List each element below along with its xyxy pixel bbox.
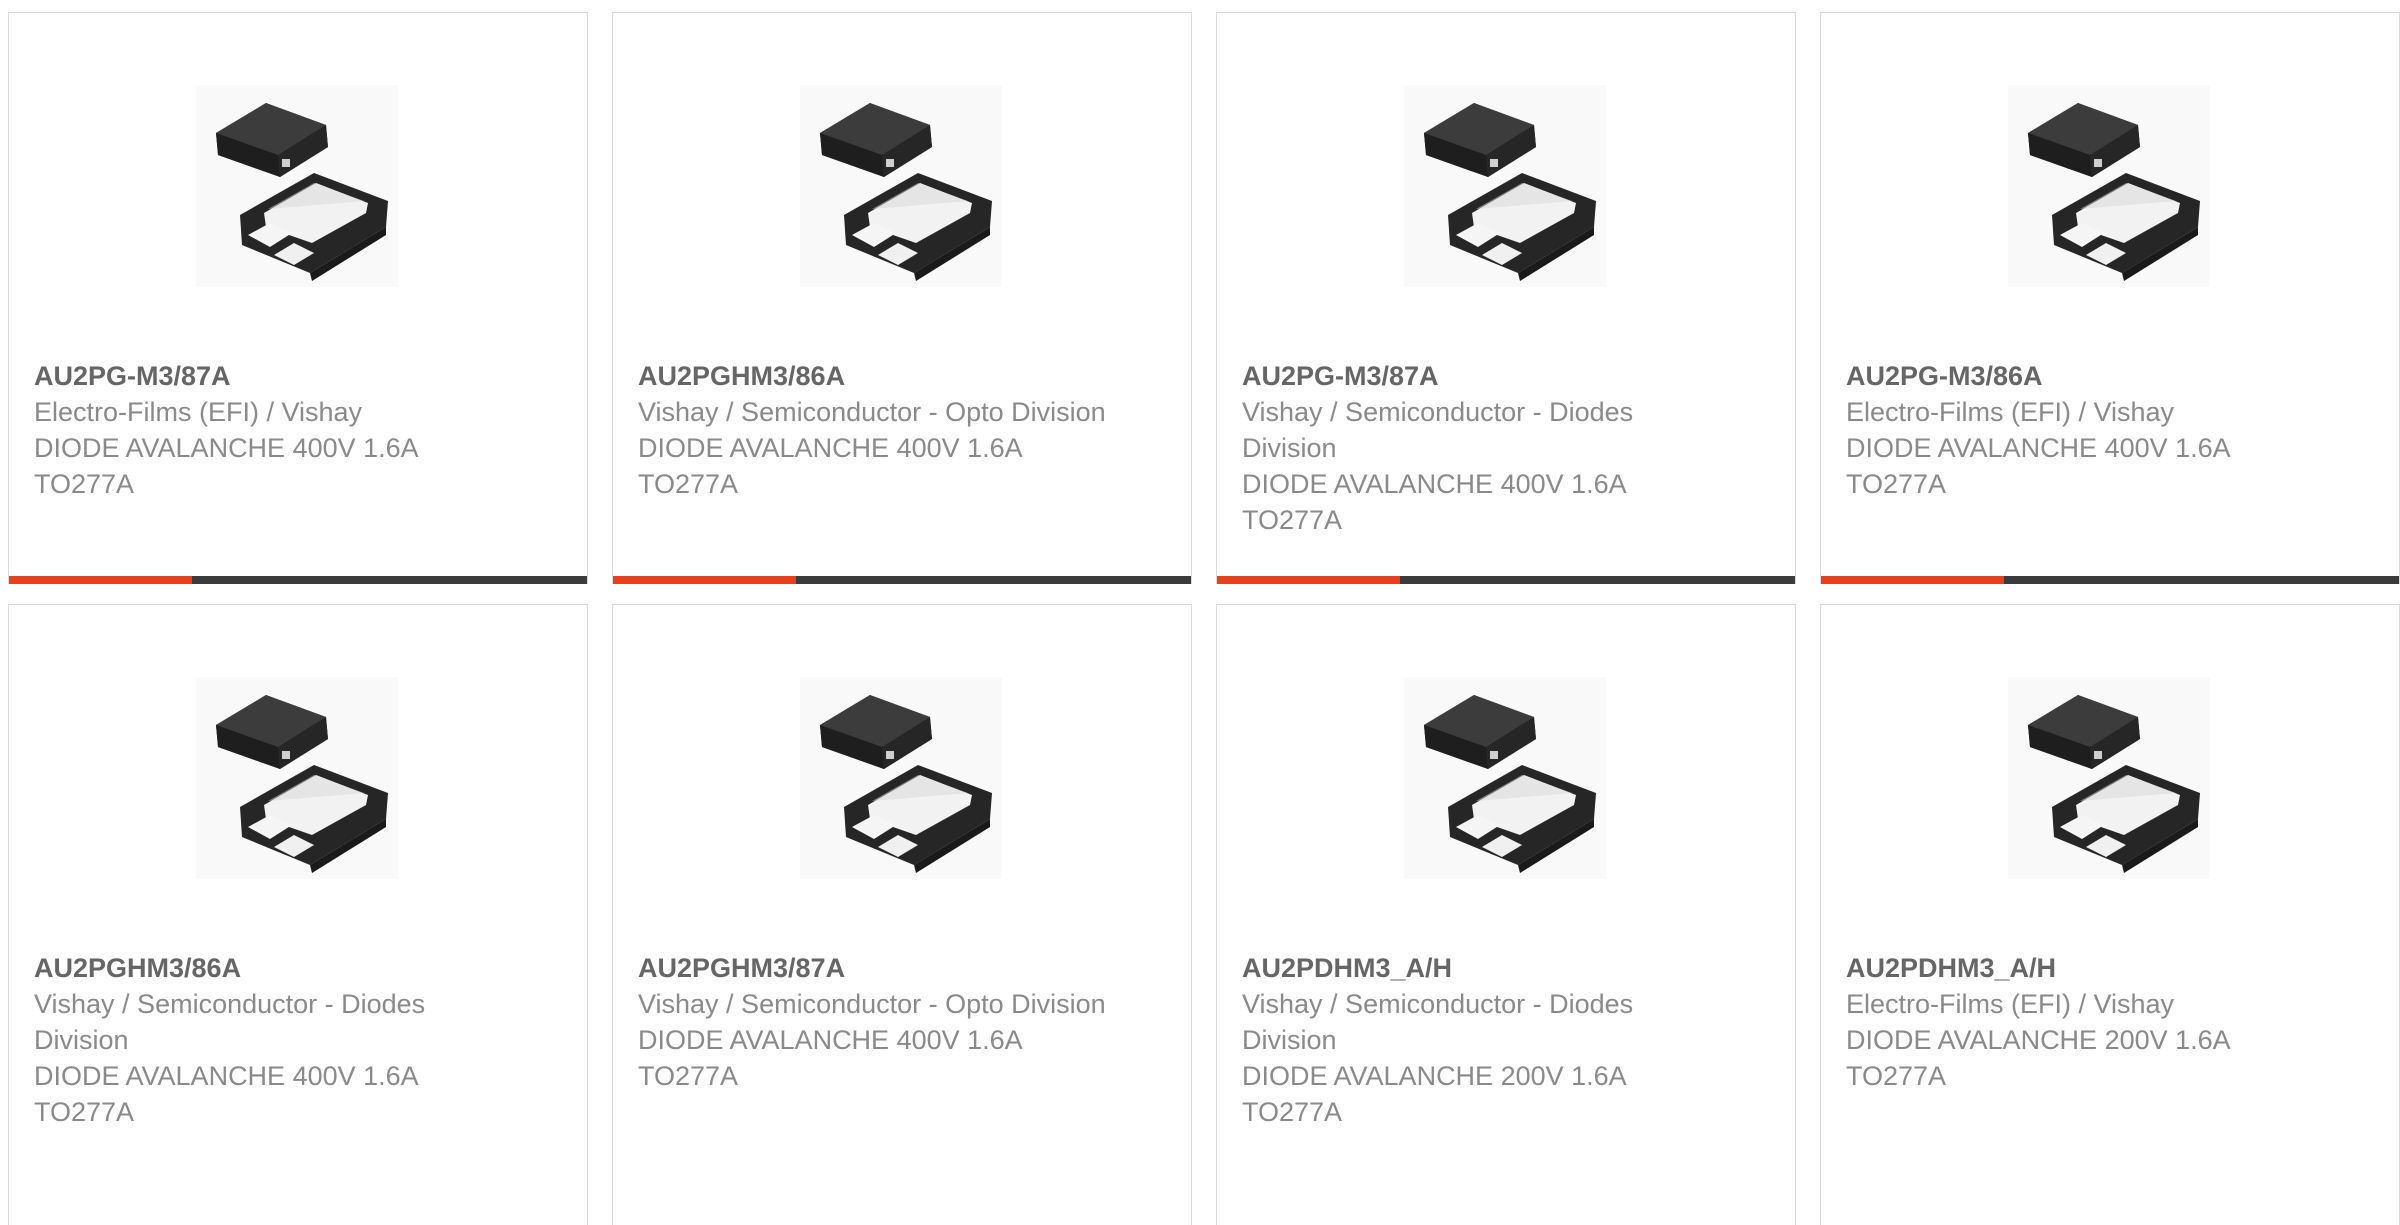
product-info: AU2PDHM3_A/H Vishay / Semiconductor - Dio… — [1242, 950, 1712, 1130]
product-card[interactable]: AU2PG-M3/86A Electro-Films (EFI) / Vishay… — [1820, 12, 2400, 584]
card-accent-bar — [1217, 576, 1400, 584]
package-text: TO277A — [638, 469, 739, 499]
manufacturer-text: Vishay / Semiconductor - Diodes Division — [1242, 989, 1634, 1055]
diode-package-image — [1424, 103, 1596, 281]
diode-package-image — [820, 695, 992, 873]
product-card[interactable]: AU2PG-M3/87A Electro-Films (EFI) / Vishay… — [8, 12, 588, 584]
part-number-link[interactable]: AU2PDHM3_A/H — [1846, 950, 2316, 986]
product-info: AU2PGHM3/86A Vishay / Semiconductor - Opt… — [638, 358, 1108, 502]
part-number-link[interactable]: AU2PG-M3/87A — [1242, 358, 1712, 394]
product-thumbnail[interactable] — [196, 677, 398, 879]
product-thumbnail[interactable] — [800, 85, 1002, 287]
description-text: DIODE AVALANCHE 400V 1.6A — [34, 433, 419, 463]
package-text: TO277A — [34, 469, 135, 499]
description-text: DIODE AVALANCHE 400V 1.6A — [638, 1025, 1023, 1055]
description-text: DIODE AVALANCHE 400V 1.6A — [1846, 433, 2231, 463]
diode-package-image — [216, 695, 388, 873]
card-hover-bar — [1821, 576, 2399, 584]
diode-package-image — [1424, 695, 1596, 873]
product-thumbnail[interactable] — [1404, 677, 1606, 879]
description-text: DIODE AVALANCHE 400V 1.6A — [638, 433, 1023, 463]
product-thumbnail[interactable] — [1404, 85, 1606, 287]
diode-package-image — [2028, 695, 2200, 873]
product-info: AU2PGHM3/87A Vishay / Semiconductor - Opt… — [638, 950, 1108, 1094]
product-thumbnail[interactable] — [196, 85, 398, 287]
description-text: DIODE AVALANCHE 200V 1.6A — [1242, 1061, 1627, 1091]
manufacturer-text: Electro-Films (EFI) / Vishay — [1846, 989, 2175, 1019]
package-text: TO277A — [1846, 1061, 1947, 1091]
product-card[interactable]: AU2PGHM3/86A Vishay / Semiconductor - Dio… — [8, 604, 588, 1225]
description-text: DIODE AVALANCHE 400V 1.6A — [34, 1061, 419, 1091]
manufacturer-text: Vishay / Semiconductor - Opto Division — [638, 989, 1106, 1019]
product-info: AU2PG-M3/87A Vishay / Semiconductor - Dio… — [1242, 358, 1712, 538]
card-hover-bar — [9, 576, 587, 584]
package-text: TO277A — [638, 1061, 739, 1091]
part-number-link[interactable]: AU2PDHM3_A/H — [1242, 950, 1712, 986]
manufacturer-text: Electro-Films (EFI) / Vishay — [1846, 397, 2175, 427]
product-info: AU2PGHM3/86A Vishay / Semiconductor - Dio… — [34, 950, 504, 1130]
part-number-link[interactable]: AU2PG-M3/87A — [34, 358, 504, 394]
package-text: TO277A — [34, 1097, 135, 1127]
manufacturer-text: Vishay / Semiconductor - Diodes Division — [1242, 397, 1634, 463]
part-number-link[interactable]: AU2PGHM3/86A — [638, 358, 1108, 394]
product-info: AU2PG-M3/86A Electro-Films (EFI) / Vishay… — [1846, 358, 2316, 502]
package-text: TO277A — [1242, 1097, 1343, 1127]
part-number-link[interactable]: AU2PGHM3/86A — [34, 950, 504, 986]
product-grid: AU2PG-M3/87A Electro-Films (EFI) / Vishay… — [8, 12, 2400, 1225]
product-card[interactable]: AU2PGHM3/86A Vishay / Semiconductor - Opt… — [612, 12, 1192, 584]
product-card[interactable]: AU2PG-M3/87A Vishay / Semiconductor - Dio… — [1216, 12, 1796, 584]
product-card[interactable]: AU2PDHM3_A/H Electro-Films (EFI) / Vishay… — [1820, 604, 2400, 1225]
product-thumbnail[interactable] — [2008, 85, 2210, 287]
diode-package-image — [216, 103, 388, 281]
part-number-link[interactable]: AU2PG-M3/86A — [1846, 358, 2316, 394]
card-accent-bar — [613, 576, 796, 584]
product-info: AU2PDHM3_A/H Electro-Films (EFI) / Vishay… — [1846, 950, 2316, 1094]
package-text: TO277A — [1242, 505, 1343, 535]
product-thumbnail[interactable] — [2008, 677, 2210, 879]
product-card[interactable]: AU2PDHM3_A/H Vishay / Semiconductor - Dio… — [1216, 604, 1796, 1225]
product-card[interactable]: AU2PGHM3/87A Vishay / Semiconductor - Opt… — [612, 604, 1192, 1225]
manufacturer-text: Vishay / Semiconductor - Opto Division — [638, 397, 1106, 427]
diode-package-image — [820, 103, 992, 281]
manufacturer-text: Vishay / Semiconductor - Diodes Division — [34, 989, 426, 1055]
product-info: AU2PG-M3/87A Electro-Films (EFI) / Vishay… — [34, 358, 504, 502]
card-hover-bar — [613, 576, 1191, 584]
description-text: DIODE AVALANCHE 200V 1.6A — [1846, 1025, 2231, 1055]
card-accent-bar — [9, 576, 192, 584]
diode-package-image — [2028, 103, 2200, 281]
card-hover-bar — [1217, 576, 1795, 584]
manufacturer-text: Electro-Films (EFI) / Vishay — [34, 397, 363, 427]
card-accent-bar — [1821, 576, 2004, 584]
package-text: TO277A — [1846, 469, 1947, 499]
description-text: DIODE AVALANCHE 400V 1.6A — [1242, 469, 1627, 499]
product-thumbnail[interactable] — [800, 677, 1002, 879]
part-number-link[interactable]: AU2PGHM3/87A — [638, 950, 1108, 986]
